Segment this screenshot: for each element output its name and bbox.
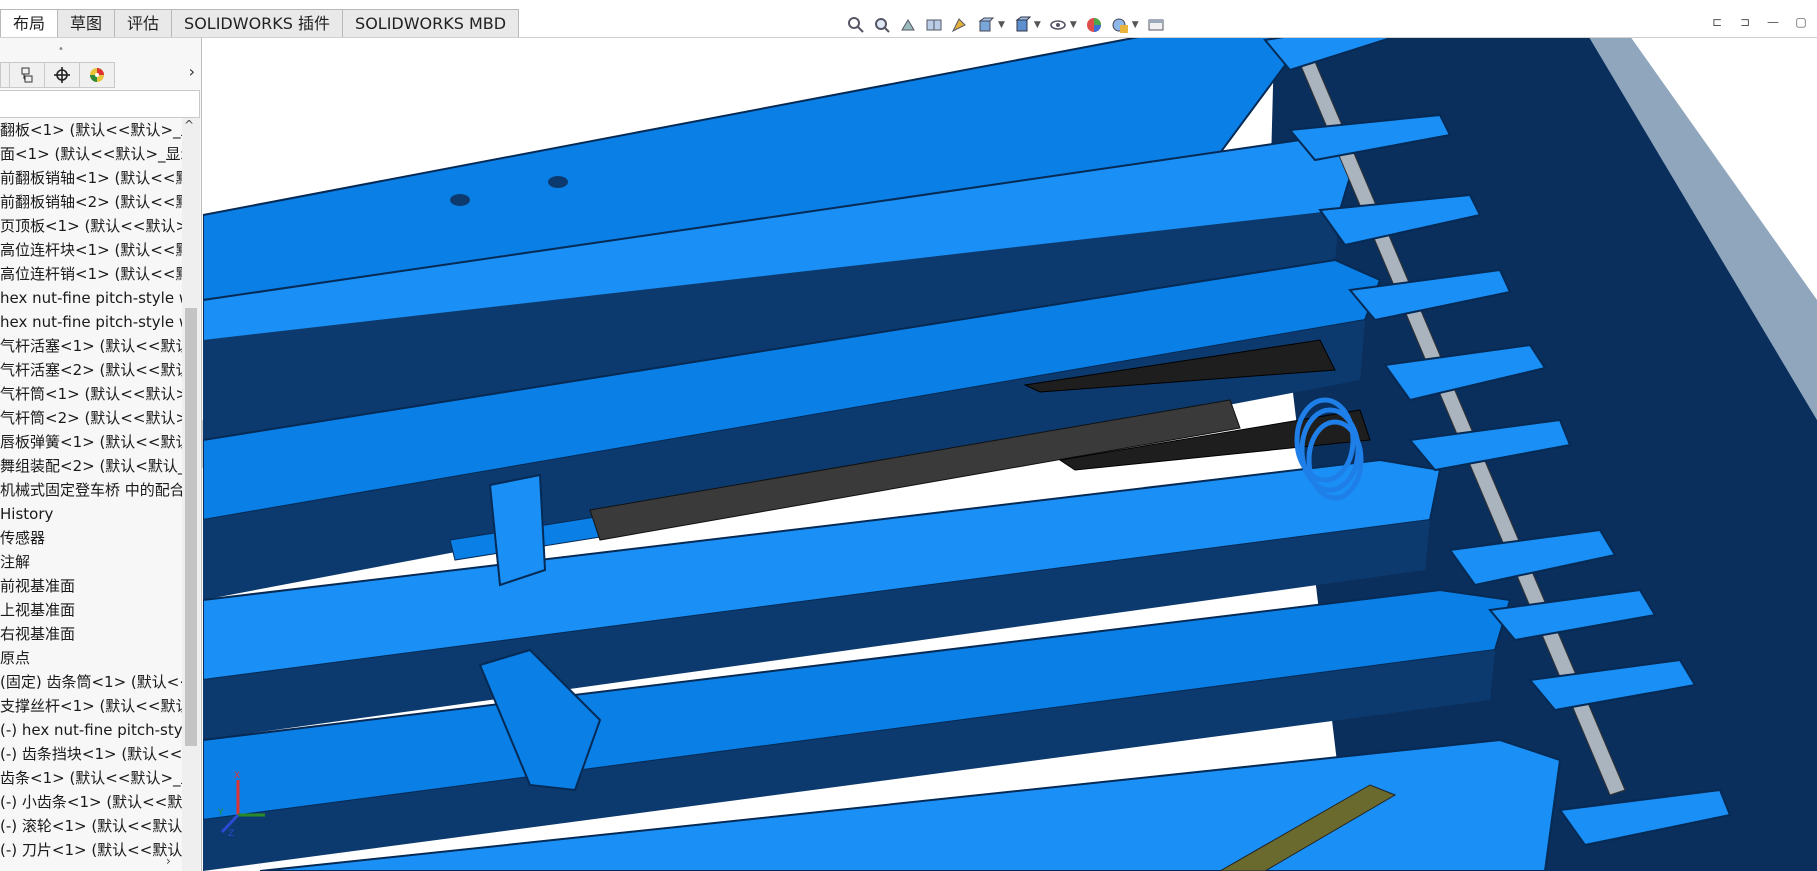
chevron-up-icon[interactable]: ^ [184, 118, 194, 132]
ribbon-tab[interactable]: SOLIDWORKS 插件 [171, 9, 344, 37]
tree-item[interactable]: (-) hex nut-fine pitch-style [0, 718, 182, 742]
model-render [203, 38, 1817, 871]
tree-item[interactable]: 前翻板销轴<2> (默认<<默认 [0, 190, 182, 214]
panel-grip-icon[interactable]: • [58, 44, 64, 55]
dynamic-annotation-icon[interactable] [949, 14, 971, 36]
hide-show-icon[interactable] [1047, 14, 1069, 36]
tree-item[interactable]: 上视基准面 [0, 598, 182, 622]
feature-manager-panel: • › 翻板<1> (默认<<默认>_显示面<1> (默认<<默认>_显示前翻板… [0, 38, 202, 871]
expand-panel-icon[interactable]: ⊐ [1735, 12, 1755, 32]
tree-item[interactable]: 页顶板<1> (默认<<默认>_显 [0, 214, 182, 238]
maximize-icon[interactable]: ▢ [1791, 12, 1811, 32]
tree-item[interactable]: hex nut-fine pitch-style wa [0, 310, 182, 334]
display-style-icon[interactable] [1011, 14, 1033, 36]
hole [450, 194, 470, 206]
chevron-down-icon[interactable]: ▼ [1034, 20, 1041, 30]
feature-tree-filter-input[interactable] [0, 90, 200, 118]
tree-item[interactable]: (固定) 齿条筒<1> (默认<<默 [0, 670, 182, 694]
ribbon-tab[interactable]: 草图 [57, 9, 116, 37]
tree-item[interactable]: 气杆筒<1> (默认<<默认>_ [0, 382, 182, 406]
feature-manager-tabs [0, 60, 200, 90]
chevron-down-icon[interactable]: ▼ [998, 20, 1005, 30]
zoom-to-fit-icon[interactable] [845, 14, 867, 36]
tree-item[interactable]: 支撑丝杆<1> (默认<<默认 [0, 694, 182, 718]
tree-item[interactable]: (-) 齿条挡块<1> (默认<<默 [0, 742, 182, 766]
restore-panel-icon[interactable]: ⊏ [1707, 12, 1727, 32]
feature-tree-scrollbar[interactable]: ^ v [182, 118, 200, 871]
ribbon-tab[interactable]: 布局 [0, 9, 59, 37]
chevron-down-icon[interactable]: ▼ [1070, 20, 1077, 30]
tree-item[interactable]: 高位连杆块<1> (默认<<默认 [0, 238, 182, 262]
tree-item[interactable]: hex nut-fine pitch-style wa [0, 286, 182, 310]
tree-item[interactable]: (-) 滚轮<1> (默认<<默认>_ [0, 814, 182, 838]
tree-item[interactable]: 唇板弹簧<1> (默认<<默认> [0, 430, 182, 454]
tree-item[interactable]: 气杆活塞<1> (默认<<默认> [0, 334, 182, 358]
document-window-controls: ⊏ ⊐ — ▢ [1707, 12, 1817, 32]
view-orientation-icon[interactable] [975, 14, 997, 36]
tree-item[interactable]: 气杆活塞<2> (默认<<默认> [0, 358, 182, 382]
svg-text:Z: Z [228, 829, 234, 839]
tree-item[interactable]: 翻板<1> (默认<<默认>_显示 [0, 118, 182, 142]
apply-scene-icon[interactable] [1109, 14, 1131, 36]
minimize-icon[interactable]: — [1763, 12, 1783, 32]
svg-text:X: X [234, 771, 240, 781]
command-manager: 布局 草图 评估 SOLIDWORKS 插件 SOLIDWORKS MBD ▼ ▼ ▼ … [0, 0, 1817, 38]
tree-item[interactable]: (-) 小齿条<1> (默认<<默认 [0, 790, 182, 814]
tree-item[interactable]: 舞组装配<2> (默认<默认_显 [0, 454, 182, 478]
chevron-right-icon[interactable]: › [189, 62, 195, 81]
orientation-triad: X Y Z [217, 771, 265, 839]
display-manager-tab[interactable] [79, 62, 115, 88]
tree-item[interactable]: 高位连杆销<1> (默认<<默认 [0, 262, 182, 286]
svg-text:Y: Y [217, 808, 224, 818]
mount-bracket [488, 473, 547, 587]
tree-item[interactable]: 机械式固定登车桥 中的配合 [0, 478, 182, 502]
ribbon-tab[interactable]: 评估 [114, 9, 173, 37]
configuration-manager-tab[interactable] [9, 62, 45, 88]
section-view-icon[interactable] [923, 14, 945, 36]
tree-item[interactable]: 右视基准面 [0, 622, 182, 646]
heads-up-view-toolbar: ▼ ▼ ▼ ▼ [845, 12, 1167, 38]
ribbon-tabs: 布局 草图 评估 SOLIDWORKS 插件 SOLIDWORKS MBD [0, 9, 520, 38]
tree-item[interactable]: (-) 刀片<1> (默认<<默认> [0, 838, 182, 862]
chevron-right-icon[interactable]: › [166, 854, 171, 868]
tree-item[interactable]: 原点 [0, 646, 182, 670]
tree-item[interactable]: 传感器 [0, 526, 182, 550]
scrollbar-thumb[interactable] [185, 308, 197, 746]
feature-tree: 翻板<1> (默认<<默认>_显示面<1> (默认<<默认>_显示前翻板销轴<1… [0, 118, 182, 871]
tree-item[interactable]: 注解 [0, 550, 182, 574]
tree-item[interactable]: 气杆筒<2> (默认<<默认>_ [0, 406, 182, 430]
tree-item[interactable]: 前翻板销轴<1> (默认<<默认 [0, 166, 182, 190]
graphics-area[interactable] [203, 38, 1817, 871]
tree-item[interactable]: 前视基准面 [0, 574, 182, 598]
hole [548, 176, 568, 188]
tree-item[interactable]: 面<1> (默认<<默认>_显示 [0, 142, 182, 166]
chevron-down-icon[interactable]: ▼ [1132, 20, 1139, 30]
tree-item[interactable]: History [0, 502, 182, 526]
edit-appearance-icon[interactable] [1083, 14, 1105, 36]
zoom-to-area-icon[interactable] [871, 14, 893, 36]
ribbon-tab[interactable]: SOLIDWORKS MBD [342, 9, 520, 37]
previous-view-icon[interactable] [897, 14, 919, 36]
display-pane-icon[interactable] [1145, 14, 1167, 36]
tree-item[interactable]: 齿条<1> (默认<<默认>_显 [0, 766, 182, 790]
dimxpert-manager-tab[interactable] [44, 62, 80, 88]
